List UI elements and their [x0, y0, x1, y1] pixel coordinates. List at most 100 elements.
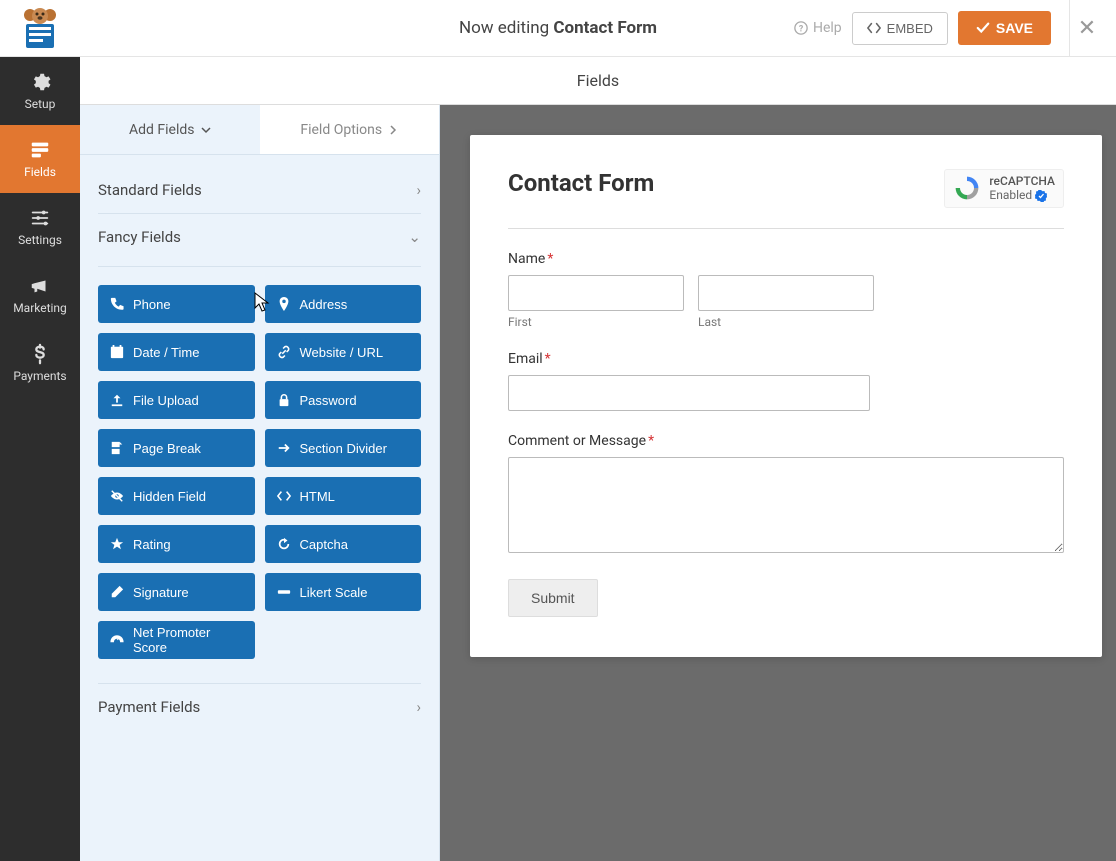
pagebreak-icon — [110, 441, 124, 455]
phone-icon — [110, 297, 124, 311]
field-password-label: Password — [300, 393, 357, 408]
left-nav: Setup Fields Settings Marketing Payments — [0, 57, 80, 861]
chevron-right-icon: › — [416, 181, 421, 199]
nav-setup[interactable]: Setup — [0, 57, 80, 125]
field-name[interactable]: Name* First Last — [508, 251, 1064, 329]
star-icon — [110, 537, 124, 551]
field-website[interactable]: Website / URL — [265, 333, 422, 371]
fields-header-label: Fields — [577, 71, 619, 90]
pencil-icon — [110, 585, 124, 599]
section-payment-fields[interactable]: Payment Fields › — [98, 684, 421, 730]
field-rating[interactable]: Rating — [98, 525, 255, 563]
field-pagebreak[interactable]: Page Break — [98, 429, 255, 467]
field-upload-label: File Upload — [133, 393, 199, 408]
recaptcha-label: reCAPTCHA — [989, 174, 1055, 188]
chevron-right-icon — [388, 125, 398, 135]
nav-marketing[interactable]: Marketing — [0, 261, 80, 329]
section-standard-label: Standard Fields — [98, 181, 202, 199]
nav-fields[interactable]: Fields — [0, 125, 80, 193]
save-button[interactable]: SAVE — [958, 11, 1051, 45]
field-hidden[interactable]: Hidden Field — [98, 477, 255, 515]
submit-label: Submit — [531, 590, 575, 606]
tab-add-label: Add Fields — [129, 122, 195, 138]
nav-payments[interactable]: Payments — [0, 329, 80, 397]
now-editing-label: Now editing — [459, 18, 549, 38]
first-name-input[interactable] — [508, 275, 684, 311]
field-phone-label: Phone — [133, 297, 171, 312]
nav-settings-label: Settings — [18, 233, 62, 247]
form-name: Contact Form — [553, 18, 657, 38]
field-address[interactable]: Address — [265, 285, 422, 323]
topbar: Now editing Contact Form ? Help EMBED SA… — [0, 0, 1116, 57]
field-phone[interactable]: Phone — [98, 285, 255, 323]
help-link[interactable]: ? Help — [794, 20, 842, 36]
tab-add-fields[interactable]: Add Fields — [80, 105, 260, 154]
comment-textarea[interactable] — [508, 457, 1064, 553]
calendar-icon — [110, 345, 124, 359]
chevron-down-icon — [201, 125, 211, 135]
section-fancy-fields[interactable]: Fancy Fields ⌄ — [98, 214, 421, 260]
nav-marketing-label: Marketing — [13, 301, 67, 315]
save-label: SAVE — [996, 20, 1033, 36]
nav-fields-label: Fields — [24, 165, 56, 179]
field-likert-label: Likert Scale — [300, 585, 368, 600]
lock-icon — [277, 393, 291, 407]
nav-payments-label: Payments — [13, 369, 66, 383]
first-sublabel: First — [508, 315, 684, 329]
gauge-icon — [110, 633, 124, 647]
field-email[interactable]: Email* — [508, 351, 1064, 411]
field-comment[interactable]: Comment or Message* — [508, 433, 1064, 557]
field-signature-label: Signature — [133, 585, 189, 600]
fields-panel: Add Fields Field Options Standard Fields… — [80, 105, 440, 861]
field-html-label: HTML — [300, 489, 335, 504]
help-label: Help — [813, 20, 842, 36]
megaphone-icon — [29, 275, 51, 297]
field-password[interactable]: Password — [265, 381, 422, 419]
form-card: Contact Form reCAPTCHA Enabled Name* — [470, 135, 1102, 657]
map-pin-icon — [277, 297, 291, 311]
verified-icon — [1035, 190, 1047, 202]
code-icon — [867, 21, 881, 35]
recaptcha-badge[interactable]: reCAPTCHA Enabled — [944, 169, 1064, 208]
close-button[interactable]: ✕ — [1069, 0, 1104, 57]
field-website-label: Website / URL — [300, 345, 384, 360]
submit-button[interactable]: Submit — [508, 579, 598, 617]
editing-title: Now editing Contact Form — [459, 18, 657, 38]
comment-label: Comment or Message* — [508, 433, 1064, 449]
chevron-down-icon: ⌄ — [408, 228, 421, 246]
email-input[interactable] — [508, 375, 870, 411]
field-nps-label: Net Promoter Score — [133, 625, 243, 655]
embed-button[interactable]: EMBED — [852, 12, 948, 45]
embed-label: EMBED — [887, 21, 933, 36]
field-likert[interactable]: Likert Scale — [265, 573, 422, 611]
form-icon — [29, 139, 51, 161]
chevron-right-icon: › — [416, 698, 421, 716]
code-icon — [277, 489, 291, 503]
scale-icon — [277, 585, 291, 599]
field-datetime-label: Date / Time — [133, 345, 199, 360]
field-captcha-label: Captcha — [300, 537, 348, 552]
field-captcha[interactable]: Captcha — [265, 525, 422, 563]
tab-field-options[interactable]: Field Options — [260, 105, 440, 154]
field-divider[interactable]: Section Divider — [265, 429, 422, 467]
recaptcha-icon — [953, 174, 981, 202]
field-datetime[interactable]: Date / Time — [98, 333, 255, 371]
field-signature[interactable]: Signature — [98, 573, 255, 611]
recaptcha-enabled-label: Enabled — [989, 188, 1032, 202]
section-payment-label: Payment Fields — [98, 698, 200, 716]
field-html[interactable]: HTML — [265, 477, 422, 515]
tab-options-label: Field Options — [300, 122, 382, 138]
nav-settings[interactable]: Settings — [0, 193, 80, 261]
logo-wpforms — [0, 0, 80, 57]
fields-header: Fields — [80, 57, 1116, 105]
section-standard-fields[interactable]: Standard Fields › — [98, 171, 421, 214]
check-icon — [976, 21, 990, 35]
field-rating-label: Rating — [133, 537, 171, 552]
field-upload[interactable]: File Upload — [98, 381, 255, 419]
upload-icon — [110, 393, 124, 407]
sliders-icon — [29, 207, 51, 229]
field-nps[interactable]: Net Promoter Score — [98, 621, 255, 659]
last-name-input[interactable] — [698, 275, 874, 311]
field-hidden-label: Hidden Field — [133, 489, 206, 504]
refresh-icon — [277, 537, 291, 551]
